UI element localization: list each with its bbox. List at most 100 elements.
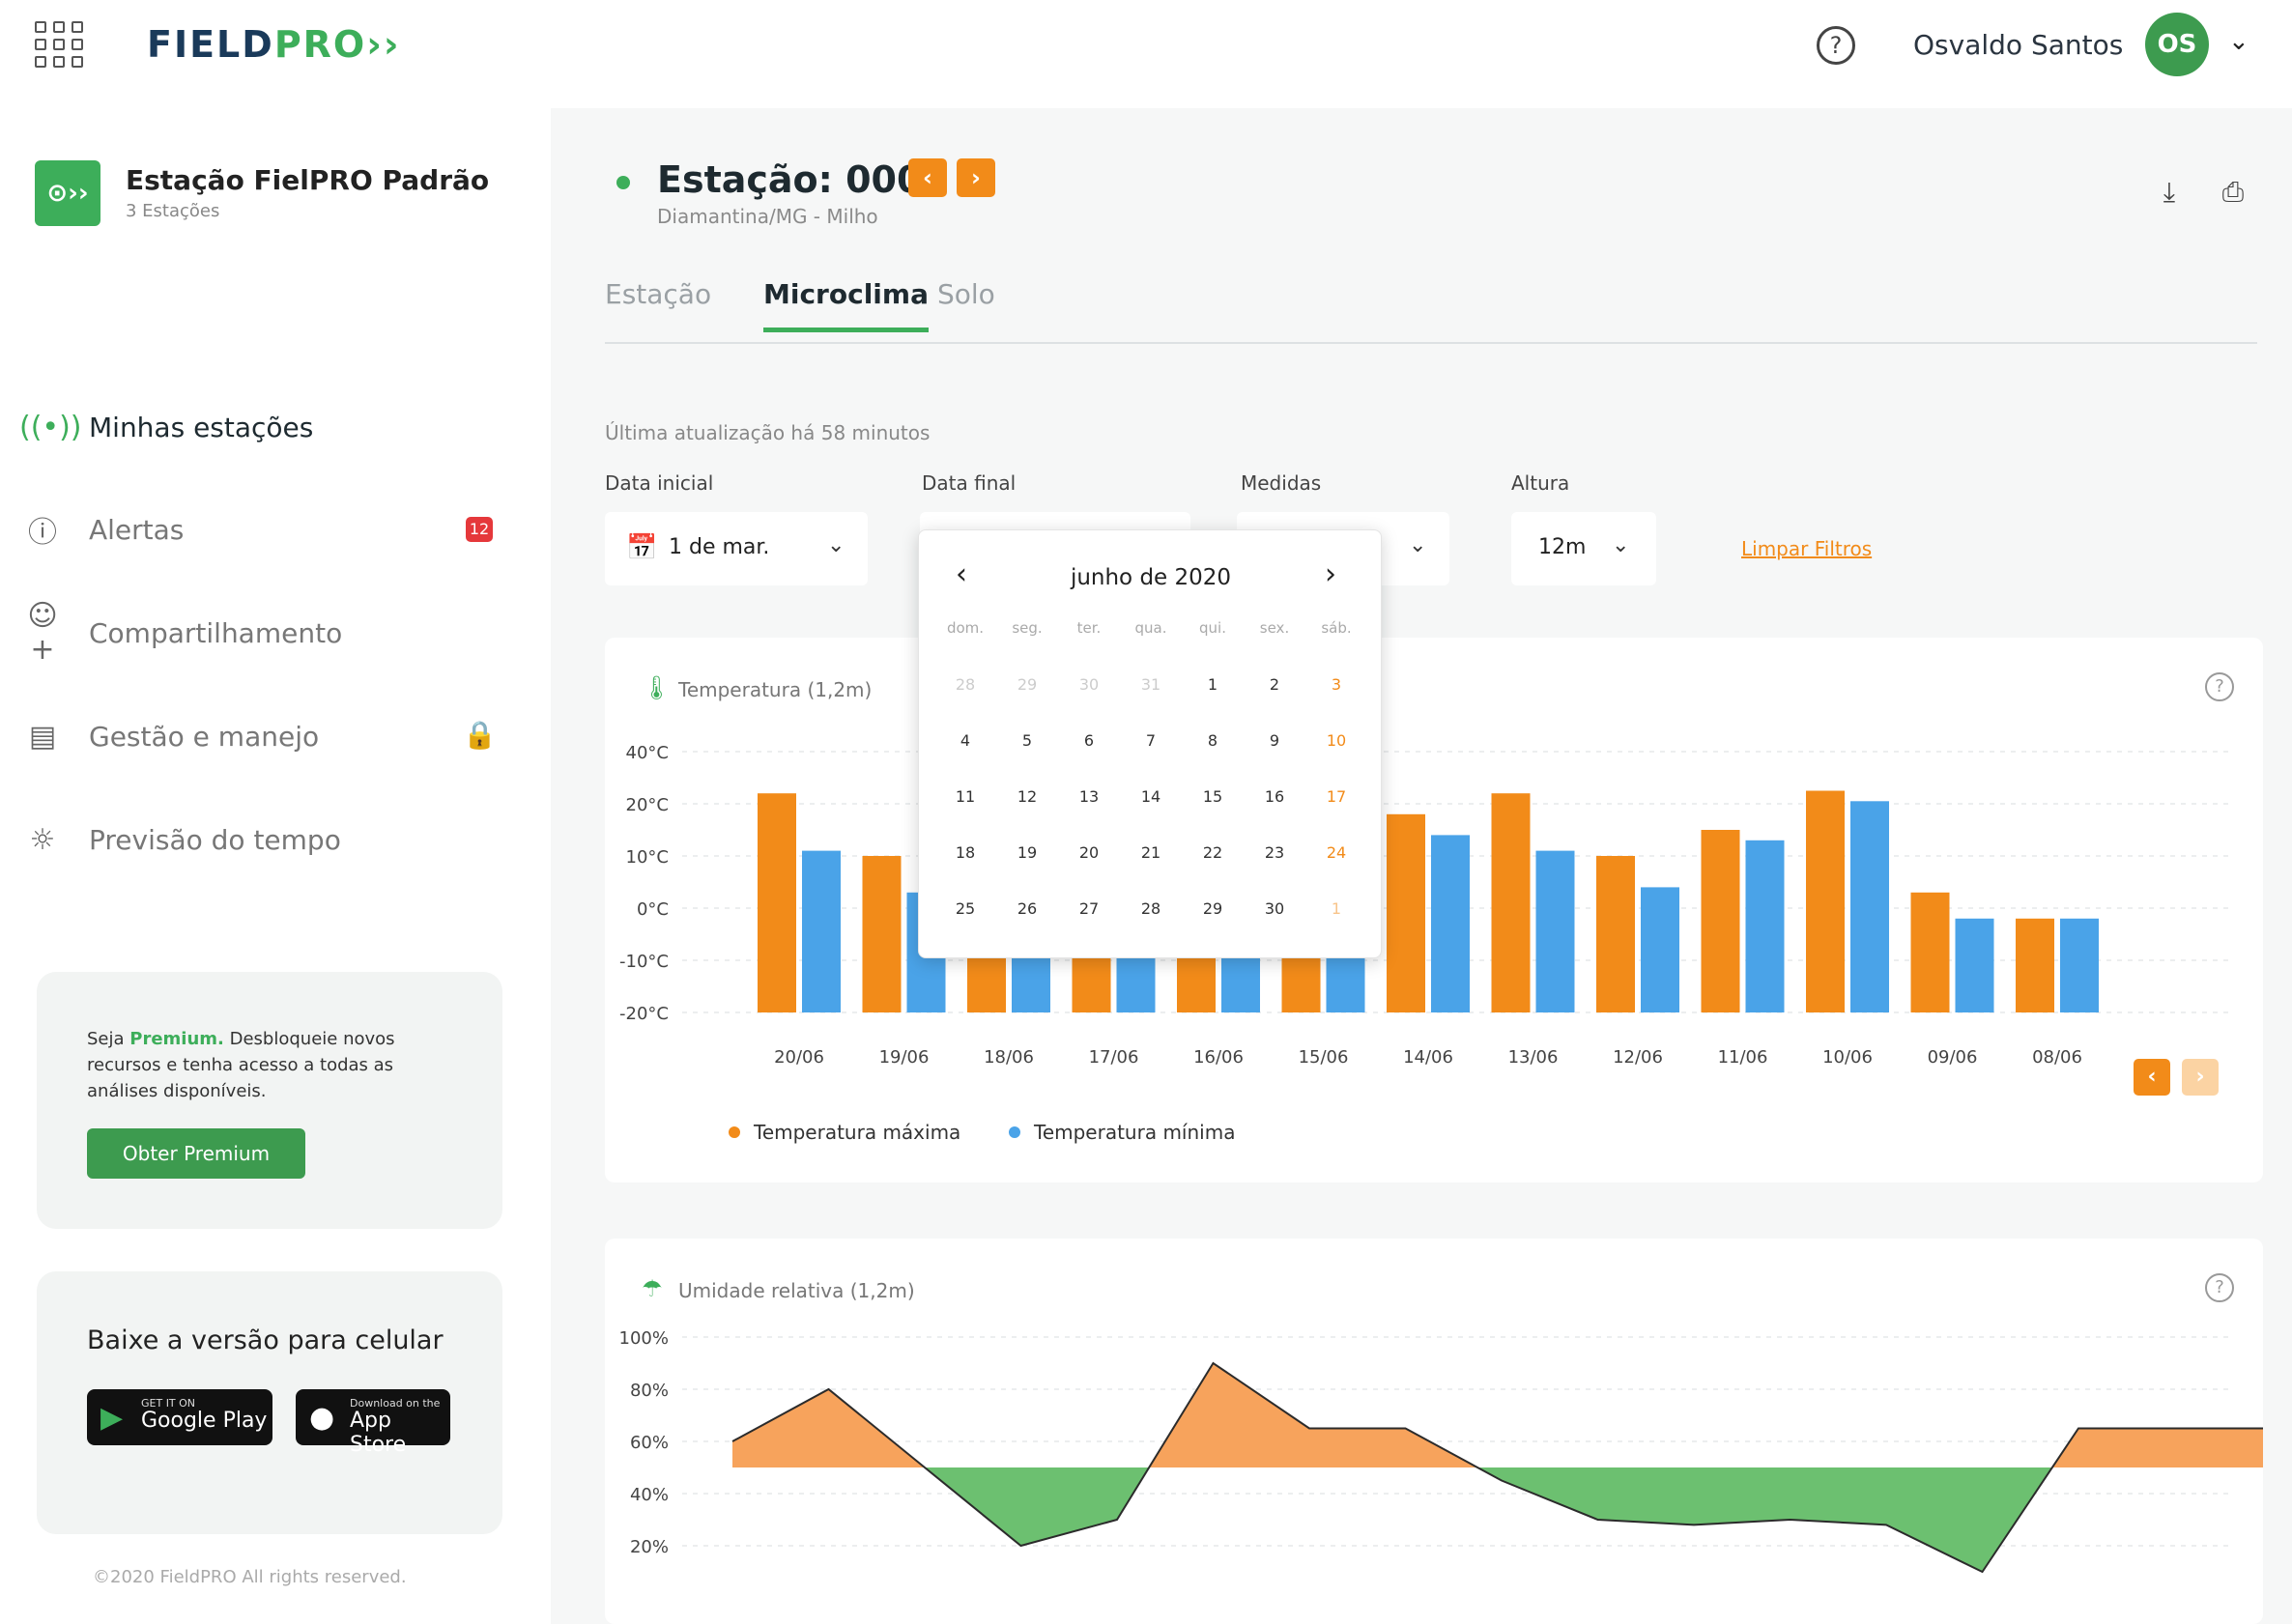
mobile-app-title: Baixe a versão para celular (87, 1325, 444, 1355)
calendar-day[interactable]: 26 (996, 899, 1058, 918)
bar-min-temperature[interactable] (802, 850, 841, 1012)
calendar-day[interactable]: 8 (1182, 731, 1244, 750)
calendar-day[interactable]: 3 (1305, 675, 1367, 694)
y-tick-label: 0°C (637, 899, 669, 920)
y-tick-label: 40°C (626, 743, 669, 763)
calendar-day[interactable]: 23 (1244, 843, 1305, 862)
calendar-day[interactable]: 25 (934, 899, 996, 918)
mobile-app-card: Baixe a versão para celular ▶ GET IT ON … (37, 1271, 502, 1534)
calendar-day[interactable]: 11 (934, 787, 996, 806)
bar-min-temperature[interactable] (1641, 887, 1679, 1012)
calendar-day[interactable]: 29 (996, 675, 1058, 694)
calendar-day[interactable]: 4 (934, 731, 996, 750)
bar-max-temperature[interactable] (1491, 793, 1531, 1012)
sidebar-item-previsao-tempo[interactable]: ☼ Previsão do tempo (19, 811, 522, 869)
calendar-day[interactable]: 18 (934, 843, 996, 862)
bar-min-temperature[interactable] (1431, 835, 1470, 1012)
bar-min-temperature[interactable] (1745, 840, 1785, 1012)
humidity-chart-title: Umidade relativa (1,2m) (678, 1279, 915, 1302)
x-tick-label: 08/06 (2032, 1047, 2082, 1068)
calendar-day[interactable]: 27 (1058, 899, 1120, 918)
calendar-day[interactable]: 29 (1182, 899, 1244, 918)
bar-max-temperature[interactable] (2016, 918, 2054, 1012)
legend-min-temperature[interactable]: Temperatura mínima (1009, 1121, 1235, 1144)
calendar-day[interactable]: 16 (1244, 787, 1305, 806)
help-icon[interactable]: ? (2205, 672, 2234, 701)
height-label: Altura (1511, 471, 1570, 495)
calendar-day[interactable]: 22 (1182, 843, 1244, 862)
calendar-day[interactable]: 20 (1058, 843, 1120, 862)
premium-card: Seja Premium. Desbloqueie novos recursos… (37, 972, 502, 1229)
google-play-button[interactable]: ▶ GET IT ON Google Play (87, 1389, 272, 1445)
brand-logo[interactable]: FIELDPRO›› (147, 23, 401, 66)
bar-min-temperature[interactable] (2060, 918, 2099, 1012)
user-name[interactable]: Osvaldo Santos (1913, 29, 2123, 61)
calendar-day[interactable]: 13 (1058, 787, 1120, 806)
bar-max-temperature[interactable] (1806, 790, 1845, 1013)
calendar-day[interactable]: 24 (1305, 843, 1367, 862)
calendar-day[interactable]: 1 (1182, 675, 1244, 694)
bar-min-temperature[interactable] (1535, 850, 1575, 1012)
calendar-day[interactable]: 5 (996, 731, 1058, 750)
previous-station-button[interactable]: ‹ (908, 158, 947, 197)
help-icon[interactable]: ? (1817, 26, 1855, 65)
humidity-area-above (1213, 1363, 1309, 1467)
calendar-day[interactable]: 19 (996, 843, 1058, 862)
tab-estacao[interactable]: Estação (605, 278, 711, 328)
download-icon[interactable]: ⤓ (2145, 168, 2193, 216)
calendar-day[interactable]: 30 (1058, 675, 1120, 694)
app-store-button[interactable]: ● Download on the App Store (296, 1389, 450, 1457)
calendar-day[interactable]: 2 (1244, 675, 1305, 694)
sidebar-item-alertas[interactable]: ⓘ Alertas 12 (19, 500, 522, 558)
avatar[interactable]: OS (2145, 13, 2209, 76)
bar-max-temperature[interactable] (1701, 830, 1740, 1012)
bar-max-temperature[interactable] (1910, 892, 1950, 1012)
x-tick-label: 11/06 (1718, 1047, 1768, 1068)
calendar-day[interactable]: 6 (1058, 731, 1120, 750)
x-tick-label: 19/06 (879, 1047, 930, 1068)
calendar-day[interactable]: 1 (1305, 899, 1367, 918)
calendar-day[interactable]: 10 (1305, 731, 1367, 750)
apps-grid-icon[interactable] (35, 21, 87, 70)
calendar-day[interactable]: 9 (1244, 731, 1305, 750)
alerts-count-badge: 12 (466, 517, 493, 542)
help-icon[interactable]: ? (2205, 1273, 2234, 1302)
bar-max-temperature[interactable] (1596, 856, 1635, 1012)
calendar-day[interactable]: 14 (1120, 787, 1182, 806)
calendar-day[interactable]: 7 (1120, 731, 1182, 750)
bar-max-temperature[interactable] (862, 856, 902, 1012)
bar-max-temperature[interactable] (1387, 813, 1425, 1012)
clear-filters-link[interactable]: Limpar Filtros (1741, 537, 1872, 560)
next-month-icon[interactable]: › (1325, 557, 1336, 591)
bar-min-temperature[interactable] (1850, 801, 1889, 1012)
legend-min-label: Temperatura mínima (1034, 1121, 1236, 1144)
calendar-day[interactable]: 12 (996, 787, 1058, 806)
height-select[interactable]: 12m ⌄ (1511, 512, 1656, 585)
bar-min-temperature[interactable] (1955, 918, 1994, 1012)
y-tick-label: -10°C (619, 952, 669, 972)
calendar-day[interactable]: 15 (1182, 787, 1244, 806)
start-date-select[interactable]: 📅 1 de mar. ⌄ (605, 512, 868, 585)
next-station-button[interactable]: › (957, 158, 995, 197)
calendar-day[interactable]: 28 (1120, 899, 1182, 918)
calendar-day[interactable]: 28 (934, 675, 996, 694)
print-icon[interactable]: ⎙ (2209, 168, 2257, 216)
bar-max-temperature[interactable] (758, 793, 796, 1012)
chevron-down-icon[interactable]: ⌄ (2228, 27, 2249, 56)
chevron-down-icon: ⌄ (1612, 533, 1630, 557)
tab-solo[interactable]: Solo (937, 278, 995, 328)
get-premium-button[interactable]: Obter Premium (87, 1128, 305, 1179)
sidebar-item-minhas-estacoes[interactable]: ((•)) Minhas estações (19, 398, 522, 456)
calendar-day[interactable]: 21 (1120, 843, 1182, 862)
sidebar-item-compartilhamento[interactable]: ☺+ Compartilhamento (19, 599, 522, 667)
station-group-name[interactable]: Estação FielPRO Padrão (126, 164, 489, 196)
calendar-day[interactable]: 30 (1244, 899, 1305, 918)
sidebar-item-gestao-manejo[interactable]: ▤ Gestão e manejo 🔒 (19, 707, 522, 765)
chart-next-page-button[interactable]: › (2182, 1059, 2219, 1096)
legend-max-temperature[interactable]: Temperatura máxima (729, 1121, 960, 1144)
chart-previous-page-button[interactable]: ‹ (2134, 1059, 2170, 1096)
calendar-day[interactable]: 31 (1120, 675, 1182, 694)
tab-microclima[interactable]: Microclima (763, 278, 929, 332)
calendar-day[interactable]: 17 (1305, 787, 1367, 806)
humidity-area-below (1886, 1467, 1983, 1572)
